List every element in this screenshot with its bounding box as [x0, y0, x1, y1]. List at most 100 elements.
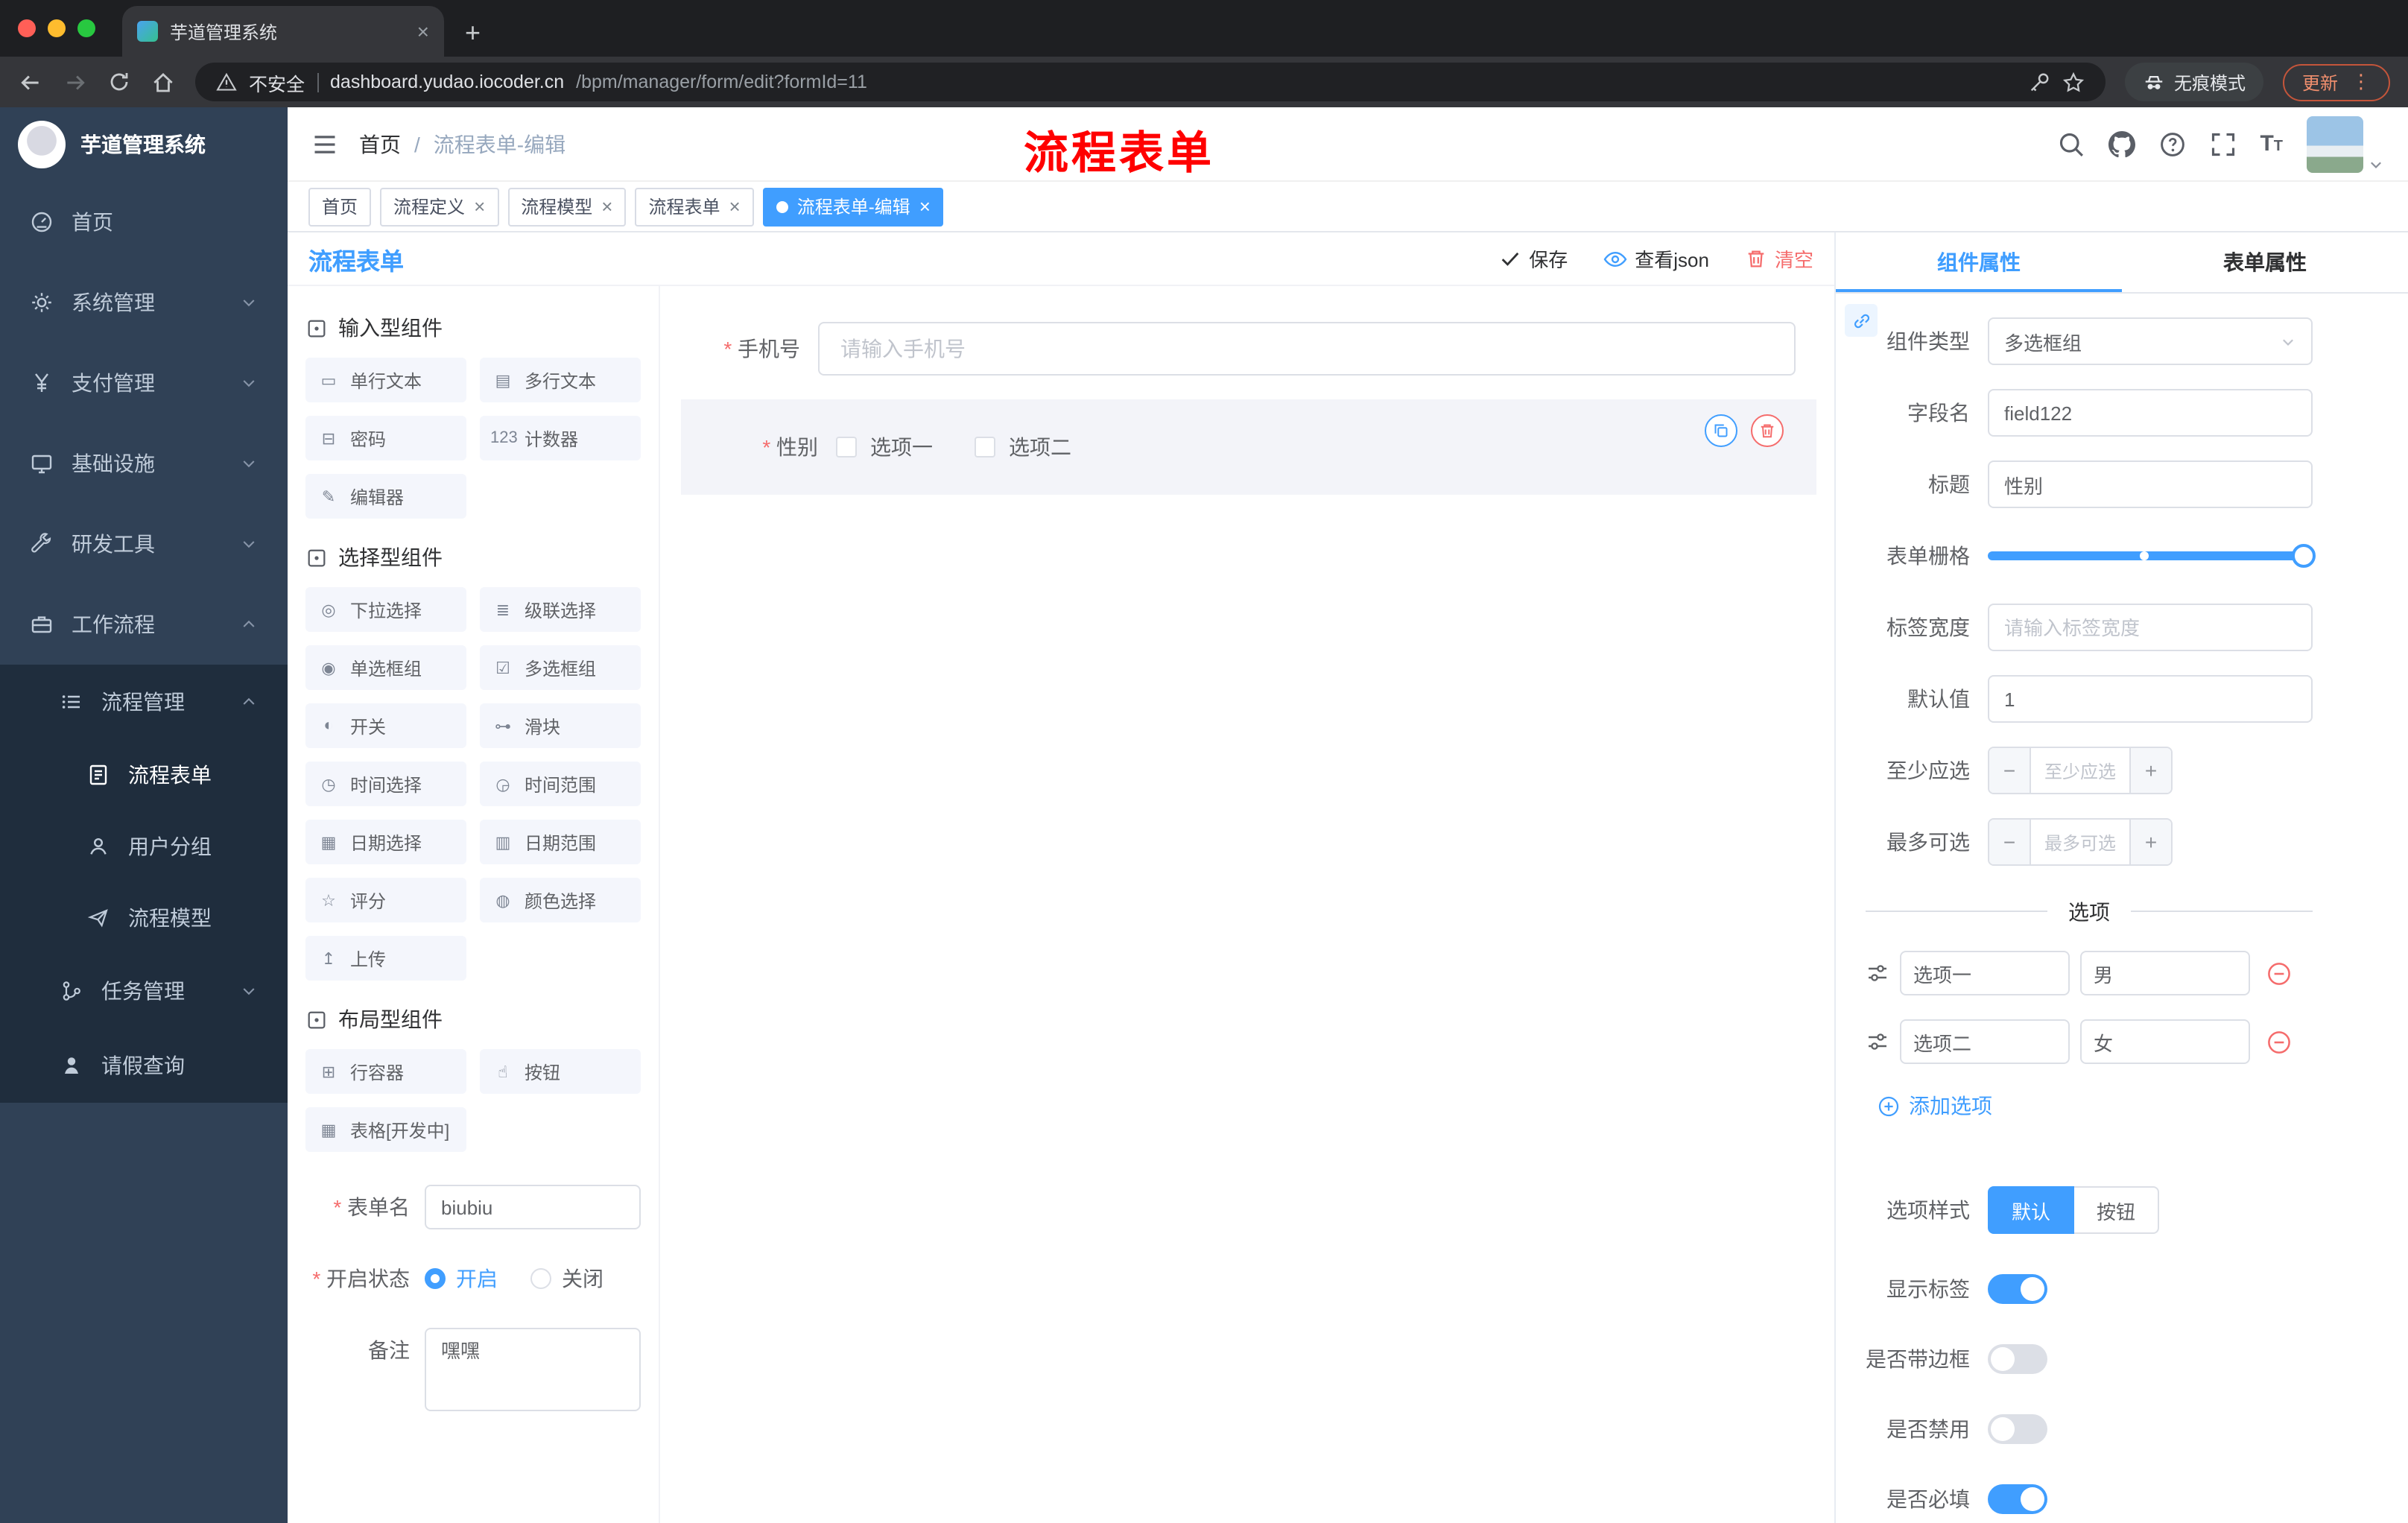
- tab-form-props[interactable]: 表单属性: [2122, 232, 2408, 292]
- form-canvas[interactable]: 手机号 性别 选项一: [660, 286, 1834, 1523]
- palette-item-row-container[interactable]: ⊞ 行容器: [305, 1049, 466, 1094]
- sidebar-item-home[interactable]: 首页: [0, 182, 288, 262]
- user-menu[interactable]: [2307, 115, 2384, 172]
- option-label-input[interactable]: [1900, 1019, 2070, 1064]
- tab-component-props[interactable]: 组件属性: [1836, 232, 2122, 292]
- phone-input[interactable]: [818, 322, 1796, 376]
- form-grid-slider[interactable]: [1988, 532, 2316, 580]
- palette-item-multi-text[interactable]: ▤ 多行文本: [480, 358, 641, 402]
- gender-option-1[interactable]: 选项一: [836, 432, 933, 462]
- style-button-button[interactable]: 按钮: [2074, 1186, 2160, 1234]
- breadcrumb-home[interactable]: 首页: [359, 129, 401, 159]
- save-button[interactable]: 保存: [1499, 244, 1568, 273]
- tag-process-form[interactable]: 流程表单 ×: [635, 187, 754, 226]
- palette-item-upload[interactable]: ↥ 上传: [305, 936, 466, 981]
- sidebar-item-infra[interactable]: 基础设施: [0, 423, 288, 504]
- option-label-input[interactable]: [1900, 951, 2070, 995]
- tag-process-model[interactable]: 流程模型 ×: [507, 187, 627, 226]
- palette-item-password[interactable]: ⊟ 密码: [305, 416, 466, 460]
- home-icon[interactable]: [150, 69, 176, 95]
- drag-handle-icon[interactable]: [1866, 1030, 1889, 1054]
- reload-icon[interactable]: [107, 70, 131, 94]
- palette-item-date-range[interactable]: ▥ 日期范围: [480, 820, 641, 864]
- view-json-button[interactable]: 查看json: [1603, 244, 1709, 273]
- sidebar-item-devtools[interactable]: 研发工具: [0, 504, 288, 584]
- max-select-value[interactable]: 最多可选: [2031, 820, 2129, 864]
- update-browser-button[interactable]: 更新 ⋮: [2282, 63, 2390, 101]
- palette-item-select[interactable]: ◎ 下拉选择: [305, 587, 466, 632]
- decrement-button[interactable]: −: [1989, 748, 2031, 793]
- palette-item-rate[interactable]: ☆ 评分: [305, 878, 466, 922]
- form-name-input[interactable]: [425, 1185, 641, 1229]
- security-warning-icon[interactable]: [216, 72, 237, 92]
- bookmark-star-icon[interactable]: [2062, 71, 2085, 93]
- checkbox-box[interactable]: [975, 437, 995, 457]
- palette-item-radio-group[interactable]: ◉ 单选框组: [305, 645, 466, 690]
- palette-item-counter[interactable]: 123 计数器: [480, 416, 641, 460]
- palette-item-time-range[interactable]: ◶ 时间范围: [480, 762, 641, 806]
- palette-item-button[interactable]: ☝ 按钮: [480, 1049, 641, 1094]
- palette-item-table[interactable]: ▦ 表格[开发中]: [305, 1107, 466, 1152]
- status-radio-on[interactable]: 开启: [425, 1264, 498, 1294]
- palette-item-cascader[interactable]: ≣ 级联选择: [480, 587, 641, 632]
- form-remark-textarea[interactable]: 嘿嘿: [425, 1328, 641, 1411]
- show-label-switch[interactable]: [1988, 1274, 2047, 1304]
- min-select-value[interactable]: 至少应选: [2031, 748, 2129, 793]
- maximize-window-button[interactable]: [77, 19, 95, 37]
- drag-handle-icon[interactable]: [1866, 961, 1889, 985]
- tag-process-form-edit[interactable]: 流程表单-编辑 ×: [762, 187, 944, 226]
- increment-button[interactable]: +: [2129, 748, 2171, 793]
- sidebar-item-workflow[interactable]: 工作流程: [0, 584, 288, 665]
- remove-option-button[interactable]: [2266, 1029, 2292, 1054]
- help-icon[interactable]: [2158, 130, 2185, 157]
- slider-track[interactable]: [1988, 544, 2316, 568]
- border-switch[interactable]: [1988, 1344, 2047, 1374]
- tab-close-icon[interactable]: ×: [417, 19, 429, 43]
- gender-option-2[interactable]: 选项二: [975, 432, 1071, 462]
- sidebar-collapse-icon[interactable]: [311, 130, 338, 157]
- default-value-input[interactable]: [1988, 675, 2313, 723]
- avatar[interactable]: [2307, 115, 2363, 172]
- tag-close-icon[interactable]: ×: [729, 195, 741, 218]
- search-icon[interactable]: [2057, 130, 2084, 157]
- palette-item-switch[interactable]: ◐ 开关: [305, 703, 466, 748]
- browser-tab[interactable]: 芋道管理系统 ×: [122, 6, 444, 57]
- back-icon[interactable]: [18, 69, 43, 95]
- phone-field-row[interactable]: 手机号: [681, 322, 1796, 376]
- sidebar-item-process-management[interactable]: 流程管理: [0, 665, 288, 739]
- github-icon[interactable]: [2108, 130, 2135, 157]
- option-value-input[interactable]: [2080, 1019, 2250, 1064]
- delete-component-button[interactable]: [1751, 414, 1784, 447]
- palette-item-checkbox-group[interactable]: ☑ 多选框组: [480, 645, 641, 690]
- sidebar-item-payment[interactable]: 支付管理: [0, 343, 288, 423]
- title-input[interactable]: [1988, 460, 2313, 508]
- tag-close-icon[interactable]: ×: [601, 195, 612, 218]
- sidebar-item-process-form[interactable]: 流程表单: [0, 739, 288, 811]
- label-width-input[interactable]: [1988, 604, 2313, 651]
- increment-button[interactable]: +: [2129, 820, 2171, 864]
- tag-home[interactable]: 首页: [308, 187, 372, 226]
- tag-close-icon[interactable]: ×: [474, 195, 485, 218]
- tag-process-definition[interactable]: 流程定义 ×: [380, 187, 499, 226]
- slider-handle[interactable]: [2292, 544, 2316, 568]
- palette-item-slider[interactable]: ⊶ 滑块: [480, 703, 641, 748]
- sidebar-item-task-management[interactable]: 任务管理: [0, 954, 288, 1028]
- browser-menu-icon[interactable]: ⋮: [2351, 70, 2371, 94]
- font-size-icon[interactable]: TT: [2260, 131, 2283, 156]
- fullscreen-icon[interactable]: [2209, 130, 2236, 157]
- clear-button[interactable]: 清空: [1745, 244, 1813, 273]
- sidebar-item-system[interactable]: 系统管理: [0, 262, 288, 343]
- palette-item-date-picker[interactable]: ▦ 日期选择: [305, 820, 466, 864]
- sidebar-item-process-model[interactable]: 流程模型: [0, 882, 288, 954]
- sidebar-item-leave-query[interactable]: 请假查询: [0, 1028, 288, 1103]
- option-value-input[interactable]: [2080, 951, 2250, 995]
- decrement-button[interactable]: −: [1989, 820, 2031, 864]
- palette-item-single-text[interactable]: ▭ 单行文本: [305, 358, 466, 402]
- forward-icon[interactable]: [63, 69, 88, 95]
- link-icon[interactable]: [1845, 304, 1878, 337]
- add-option-button[interactable]: 添加选项: [1878, 1091, 2313, 1121]
- password-key-icon[interactable]: [2028, 71, 2050, 93]
- required-switch[interactable]: [1988, 1484, 2047, 1514]
- palette-item-color-picker[interactable]: ◍ 颜色选择: [480, 878, 641, 922]
- remove-option-button[interactable]: [2266, 960, 2292, 986]
